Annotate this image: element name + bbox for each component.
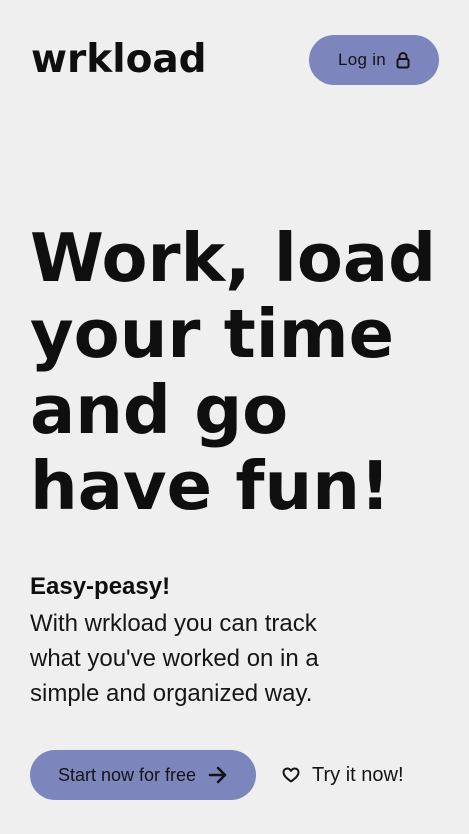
try-it-now-label: Try it now! (312, 763, 404, 786)
logo[interactable]: wrkload (31, 37, 207, 83)
login-button[interactable]: Log in (309, 35, 439, 85)
hero-title-line: your time (30, 295, 395, 373)
hero-title-line: and go (30, 371, 289, 449)
start-now-label: Start now for free (57, 764, 197, 785)
hero-subtitle: Easy-peasy! (30, 573, 171, 600)
description-line: what you've worked on in a (30, 645, 319, 672)
login-button-label: Log in (337, 50, 387, 69)
cta-row: Start now for free Try it now! (30, 750, 440, 800)
try-it-now-button[interactable]: Try it now! (282, 750, 404, 800)
header: wrkload Log in (31, 35, 439, 85)
hero-title: Work, load your time and go have fun! (30, 220, 450, 524)
hero-description: With wrkload you can track what you've w… (30, 606, 390, 711)
lock-icon (396, 51, 410, 69)
hero-title-line: Work, load (30, 219, 437, 297)
start-now-button[interactable]: Start now for free (30, 750, 256, 800)
arrow-right-icon (208, 766, 228, 784)
description-line: simple and organized way. (30, 680, 313, 707)
hero-title-line: have fun! (30, 447, 391, 525)
description-line: With wrkload you can track (30, 610, 317, 637)
heart-icon (282, 767, 300, 783)
